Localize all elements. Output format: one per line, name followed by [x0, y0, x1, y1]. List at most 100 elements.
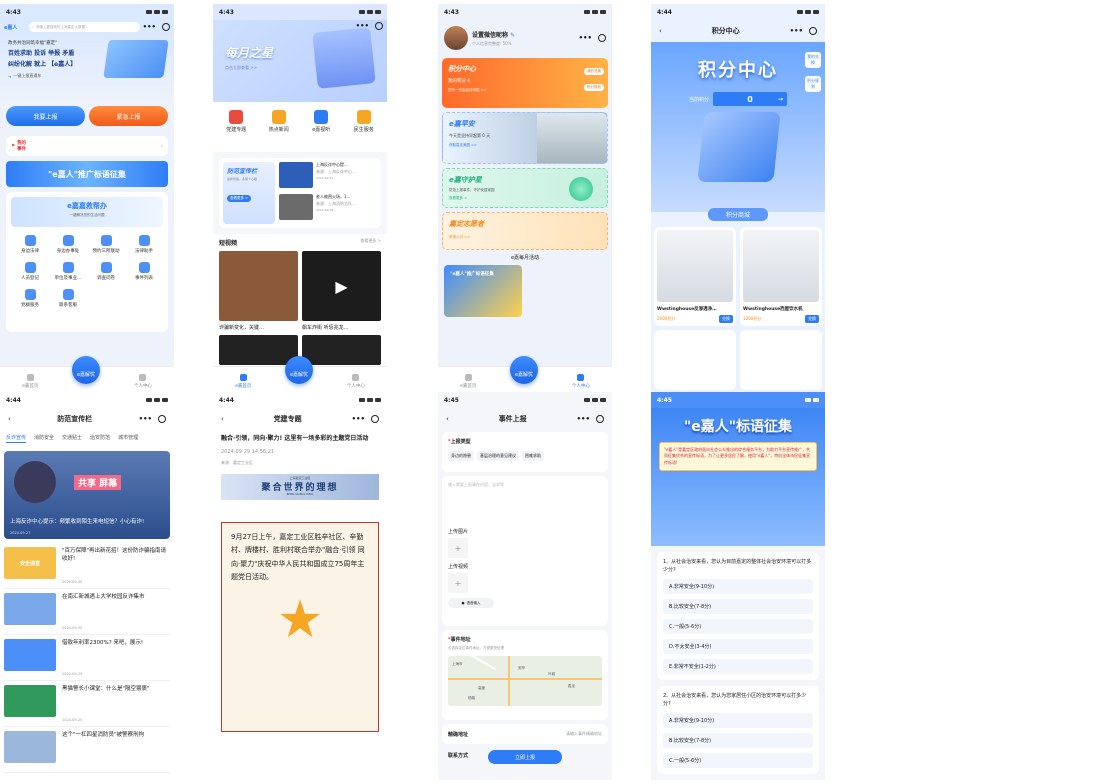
content-textarea[interactable]: 输入需要上报事件内容，谈求等 [448, 482, 602, 522]
tab-1[interactable]: 消防安全 [34, 434, 54, 443]
video-card[interactable]: 诈骗新变化，关键… [219, 251, 298, 365]
tab-home[interactable]: e嘉首页 [22, 374, 38, 389]
option-button[interactable]: A.非常安全(9-10分) [663, 579, 813, 594]
option-button[interactable]: D.不太安全(3-4分) [663, 639, 813, 654]
play-icon: ▶ [335, 276, 348, 296]
hero-banner[interactable]: 政务共治同筑幸福"嘉定" 百姓求助 投诉 举报 矛盾 纠纷化解 就上 【e嘉人】… [0, 34, 174, 104]
capsule-menu[interactable]: ••• [790, 27, 817, 35]
side-my-exchange[interactable]: 我的兑换 [805, 52, 821, 68]
back-icon[interactable]: ‹ [659, 27, 662, 35]
center-tab-button[interactable]: e嘉解忧 [510, 356, 538, 384]
type-option[interactable]: 基层治理的意见建议 [477, 451, 519, 461]
menu-item[interactable]: 热点新闻 [258, 110, 301, 144]
list-item[interactable]: 在南汇新城遇上大学校园反诈集市 2024-09-30 [4, 589, 170, 635]
report-button[interactable]: 我要上报 [6, 106, 85, 126]
option-button[interactable]: A.非常安全(9-10分) [663, 713, 813, 728]
capsule-menu[interactable]: ••• [356, 22, 383, 30]
tab-me[interactable]: 个人中心 [347, 374, 365, 389]
voice-input-button[interactable]: ● 语音输入 [448, 598, 494, 608]
points-card[interactable]: 积分中心 我的积分 0 您有一份高级待领取 >> 我的兑换 积分规则 [442, 58, 608, 108]
tab-me[interactable]: 个人中心 [572, 374, 590, 389]
exchange-button[interactable]: 兑换 [805, 315, 819, 323]
upload-video-button[interactable]: + [448, 573, 468, 593]
list-item[interactable]: 黑猫警长小课堂：什么是"隔空猥亵" 2024-09-25 [4, 681, 170, 727]
guardian-card[interactable]: e嘉守护星 防范上报事件，守护安居家园 查看更多 > [442, 168, 608, 208]
product-card[interactable]: Wwstinghouse反渗透净… 2000积分 兑换 [654, 227, 736, 326]
capsule-menu[interactable]: ••• [143, 23, 170, 31]
avatar[interactable] [444, 26, 468, 50]
news-item[interactable]: 老人被困火场，1… 来源：上海消防总队… 2024-09-05 [279, 194, 377, 222]
star-banner[interactable]: 每月之星 点击立即查看 >> ••• [213, 20, 387, 102]
list-item[interactable]: 安全课堂 "百万保障"再出新花招！这份防诈骗指南请收好! 2024-09-30 [4, 543, 170, 589]
back-icon[interactable]: ‹ [221, 415, 224, 423]
slogan-banner[interactable]: "e嘉人"推广标语征集 [6, 161, 168, 187]
option-button[interactable]: C.一般(5-6分) [663, 753, 813, 768]
capsule-menu[interactable]: ••• [352, 415, 379, 423]
submit-button[interactable]: 立即上报 [488, 750, 562, 764]
edit-icon[interactable]: ✎ [510, 32, 515, 39]
product-card-partial[interactable] [654, 330, 736, 390]
search-input[interactable]: ⌕ 请输入要搜索的上海嘉定大数据… [29, 22, 140, 32]
exchange-button[interactable]: 兑换 [719, 315, 733, 323]
side-points-rule[interactable]: 积分规则 [805, 76, 821, 92]
news-item[interactable]: 上海反诈中心提… 来源：上海反诈中心… 2024-09-27 [279, 162, 377, 190]
capsule-menu[interactable]: ••• [139, 415, 166, 423]
tab-home[interactable]: e嘉首页 [235, 374, 251, 389]
urgent-report-button[interactable]: 紧急上报 [89, 106, 168, 126]
product-card[interactable]: Wwstinghouse西屋饮水机 1000积分 兑换 [740, 227, 822, 326]
option-button[interactable]: C.一般(5-6分) [663, 619, 813, 634]
tab-3[interactable]: 治安防范 [90, 434, 110, 443]
tab-me[interactable]: 个人中心 [134, 374, 152, 389]
center-tab-button[interactable]: e嘉解忧 [72, 356, 100, 384]
video-more-link[interactable]: 查看更多 > [360, 238, 381, 247]
promo-more-button[interactable]: 查看更多 > [227, 195, 252, 202]
service-item[interactable]: 调查问卷 [87, 262, 125, 281]
service-item[interactable]: 党群服务 [11, 289, 49, 308]
capsule-menu[interactable]: ••• [577, 415, 604, 423]
current-points-box: 0 → [713, 92, 787, 106]
service-item[interactable]: 联系客服 [49, 289, 87, 308]
type-option[interactable]: 身边的隐患 [448, 451, 474, 461]
question-card: 2、从社会治安来看，您认为您家居住小区的治安环境可以打多少分? A.非常安全(9-… [657, 686, 819, 774]
precise-address-input[interactable]: 请输入事件精确地址 [566, 731, 602, 737]
capsule-menu[interactable]: ••• [579, 34, 606, 42]
my-events-row[interactable]: ⚑ 我的 事件 › [6, 136, 168, 156]
my-exchange-button[interactable]: 我的兑换 [584, 68, 604, 75]
nickname[interactable]: 设置微信昵称 [472, 32, 508, 39]
service-item[interactable]: 身边法律 [11, 235, 49, 254]
video-card[interactable]: ▶ 飙车炸街 听惩兆龙… [302, 251, 381, 365]
center-tab-button[interactable]: e嘉解忧 [285, 356, 313, 384]
service-item[interactable]: 预约三所联动 [87, 235, 125, 254]
tab-2[interactable]: 交通贴士 [62, 434, 82, 443]
nav-bar: ‹ 积分中心 ••• [651, 20, 825, 42]
service-item[interactable]: 人员登记 [11, 262, 49, 281]
service-item[interactable]: 身边办事处 [49, 235, 87, 254]
option-button[interactable]: E.非常不安全(1-2分) [663, 659, 813, 674]
product-card-partial[interactable] [740, 330, 822, 390]
menu-item[interactable]: e嘉视听 [300, 110, 343, 144]
morning-card[interactable]: e嘉早安 今天是坚持早起第 0 天 获取嘉定美图 >> [442, 112, 608, 164]
back-icon[interactable]: ‹ [8, 415, 11, 423]
list-item[interactable]: 借款年利率2300%? 来吧，展示! 2024-09-25 [4, 635, 170, 681]
tab-0[interactable]: 反诈宣传 [6, 434, 27, 443]
activity-banner[interactable]: "e嘉人"推广标语征集 [444, 265, 522, 317]
back-icon[interactable]: ‹ [446, 415, 449, 423]
volunteer-card[interactable]: 嘉定志愿者 申请入口 >> [442, 212, 608, 250]
tab-home[interactable]: e嘉首页 [460, 374, 476, 389]
menu-item[interactable]: 党建专题 [215, 110, 258, 144]
location-map[interactable]: 上海市 高速 安亭 叶城 胜泾 杨路 [448, 656, 602, 706]
menu-item[interactable]: 民生服务 [343, 110, 386, 144]
option-button[interactable]: B.比较安全(7-8分) [663, 733, 813, 748]
points-rule-button[interactable]: 积分规则 [584, 84, 604, 91]
option-button[interactable]: B.比较安全(7-8分) [663, 599, 813, 614]
list-item[interactable]: 这个"一杠四星消防员"被警察刑拘 [4, 727, 170, 773]
service-item[interactable]: 单位及事业… [49, 262, 87, 281]
service-item[interactable]: 法律助手 [125, 235, 163, 254]
close-icon[interactable] [162, 23, 170, 31]
type-option[interactable]: 困难求助 [522, 451, 544, 461]
featured-article[interactable]: 共享 屏幕 上海反诈中心提示：频繁收到陌生来电短信？小心有诈! 2024-09-… [4, 451, 170, 539]
tab-4[interactable]: 城市管理 [118, 434, 138, 443]
plus-icon: + [454, 578, 462, 588]
upload-image-button[interactable]: + [448, 538, 468, 558]
service-item[interactable]: 事件列表 [125, 262, 163, 281]
